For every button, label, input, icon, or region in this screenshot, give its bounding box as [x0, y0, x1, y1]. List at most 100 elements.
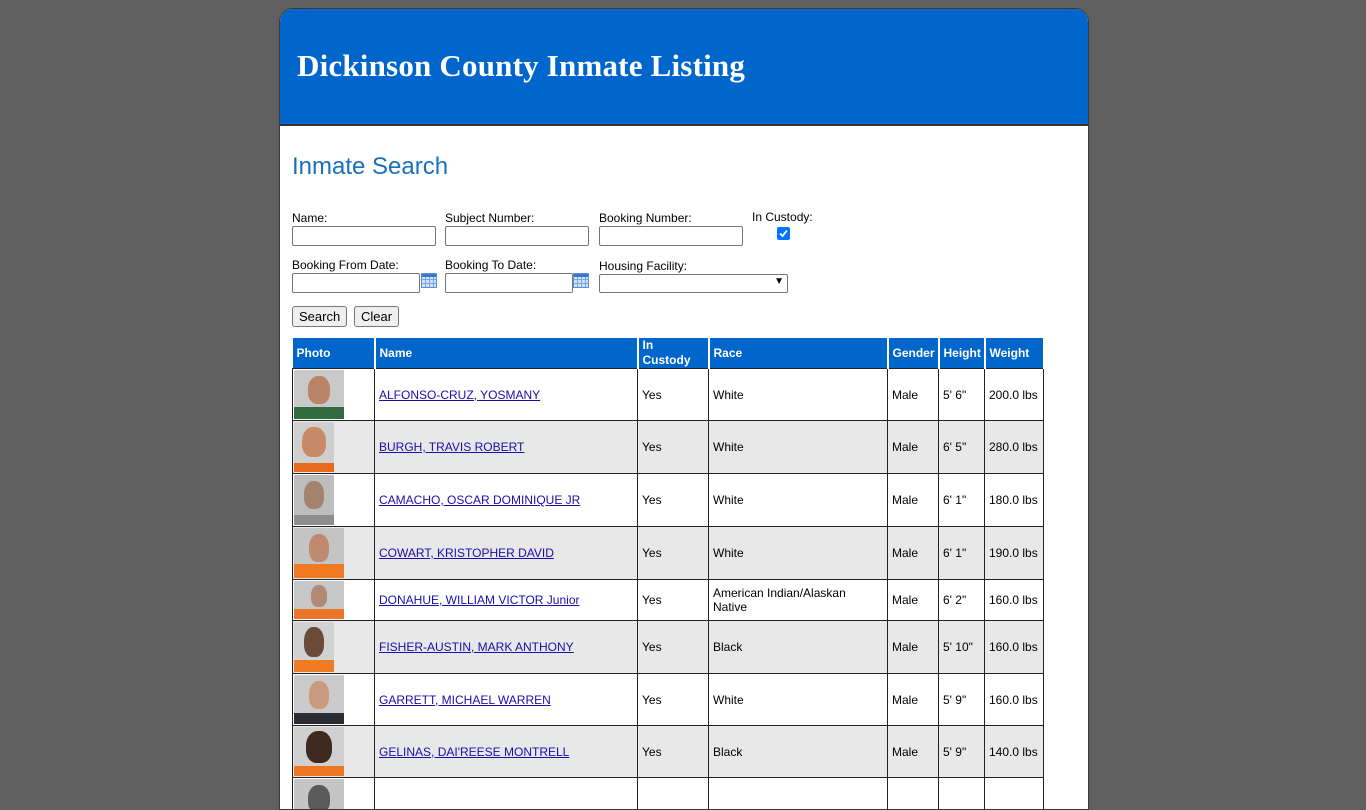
height-cell: 6' 5" [939, 421, 985, 474]
inmate-photo[interactable] [294, 370, 344, 419]
inmate-name-link[interactable]: CAMACHO, OSCAR DOMINIQUE JR [379, 493, 580, 507]
column-header-weight: Weight [985, 338, 1044, 369]
subject-number-label: Subject Number: [445, 211, 534, 225]
inmate-name-link[interactable]: FISHER-AUSTIN, MARK ANTHONY [379, 640, 574, 654]
in-custody-label: In Custody: [752, 210, 813, 224]
photo-cell [293, 674, 375, 726]
weight-cell: 160.0 lbs [985, 621, 1044, 674]
inmate-name-link[interactable]: BURGH, TRAVIS ROBERT [379, 440, 524, 454]
table-row: GELINAS, DAI'REESE MONTRELL Yes Black Ma… [293, 726, 1044, 778]
checkmark-icon [778, 228, 789, 239]
column-header-photo: Photo [293, 338, 375, 369]
column-header-race: Race [709, 338, 888, 369]
calendar-icon[interactable] [421, 273, 437, 288]
inmate-photo[interactable] [294, 422, 334, 472]
race-cell: White [709, 674, 888, 726]
inmate-name-link[interactable]: GELINAS, DAI'REESE MONTRELL [379, 745, 569, 759]
booking-number-input[interactable] [599, 226, 743, 246]
booking-from-date-input[interactable] [292, 273, 420, 293]
height-cell [939, 778, 985, 810]
inmate-photo[interactable] [294, 779, 344, 810]
gender-cell: Male [888, 474, 939, 527]
height-cell: 6' 1" [939, 474, 985, 527]
column-header-height: Height [939, 338, 985, 369]
booking-from-date-label: Booking From Date: [292, 258, 399, 272]
column-header-name: Name [375, 338, 638, 369]
table-row: GARRETT, MICHAEL WARREN Yes White Male 5… [293, 674, 1044, 726]
inmate-photo[interactable] [294, 727, 344, 776]
table-row: ALFONSO-CRUZ, YOSMANY Yes White Male 5' … [293, 369, 1044, 421]
race-cell: American Indian/Alaskan Native [709, 580, 888, 621]
booking-to-date-input[interactable] [445, 273, 573, 293]
table-row: BURGH, TRAVIS ROBERT Yes White Male 6' 5… [293, 421, 1044, 474]
custody-cell: Yes [638, 674, 709, 726]
custody-cell: Yes [638, 369, 709, 421]
weight-cell [985, 778, 1044, 810]
housing-facility-select[interactable]: ▼ [599, 274, 788, 293]
photo-cell [293, 369, 375, 421]
gender-cell: Male [888, 421, 939, 474]
inmate-photo[interactable] [294, 475, 334, 525]
booking-to-date-label: Booking To Date: [445, 258, 536, 272]
chevron-down-icon: ▼ [774, 276, 784, 287]
inmate-photo[interactable] [294, 581, 344, 619]
column-header-gender: Gender [888, 338, 939, 369]
height-cell: 6' 1" [939, 527, 985, 580]
inmate-name-link[interactable]: COWART, KRISTOPHER DAVID [379, 546, 554, 560]
gender-cell: Male [888, 726, 939, 778]
inmate-photo[interactable] [294, 622, 334, 672]
race-cell: White [709, 369, 888, 421]
weight-cell: 280.0 lbs [985, 421, 1044, 474]
inmate-name-link[interactable]: GARRETT, MICHAEL WARREN [379, 693, 551, 707]
calendar-icon[interactable] [573, 273, 589, 288]
table-row: DONAHUE, WILLIAM VICTOR Junior Yes Ameri… [293, 580, 1044, 621]
gender-cell: Male [888, 527, 939, 580]
weight-cell: 180.0 lbs [985, 474, 1044, 527]
weight-cell: 140.0 lbs [985, 726, 1044, 778]
height-cell: 5' 6" [939, 369, 985, 421]
inmate-photo[interactable] [294, 675, 344, 724]
gender-cell: Male [888, 621, 939, 674]
table-row: FISHER-AUSTIN, MARK ANTHONY Yes Black Ma… [293, 621, 1044, 674]
table-row: CAMACHO, OSCAR DOMINIQUE JR Yes White Ma… [293, 474, 1044, 527]
inmate-results-table: Photo Name In Custody Race Gender Height… [292, 338, 1045, 810]
booking-number-label: Booking Number: [599, 211, 692, 225]
photo-cell [293, 474, 375, 527]
header-banner: Dickinson County Inmate Listing [280, 9, 1088, 126]
table-header-row: Photo Name In Custody Race Gender Height… [293, 338, 1044, 369]
inmate-name-link[interactable]: ALFONSO-CRUZ, YOSMANY [379, 388, 540, 402]
search-button[interactable]: Search [292, 306, 347, 327]
weight-cell: 160.0 lbs [985, 580, 1044, 621]
custody-cell: Yes [638, 421, 709, 474]
subject-number-input[interactable] [445, 226, 589, 246]
housing-facility-label: Housing Facility: [599, 259, 687, 273]
gender-cell: Male [888, 369, 939, 421]
photo-cell [293, 726, 375, 778]
in-custody-checkbox[interactable] [777, 227, 790, 240]
site-title: Dickinson County Inmate Listing [297, 48, 745, 84]
race-cell [709, 778, 888, 810]
race-cell: White [709, 474, 888, 527]
inmate-name-link[interactable]: DONAHUE, WILLIAM VICTOR Junior [379, 593, 579, 607]
photo-cell [293, 421, 375, 474]
clear-button[interactable]: Clear [354, 306, 399, 327]
name-input[interactable] [292, 226, 436, 246]
custody-cell [638, 778, 709, 810]
custody-cell: Yes [638, 621, 709, 674]
weight-cell: 190.0 lbs [985, 527, 1044, 580]
race-cell: White [709, 421, 888, 474]
weight-cell: 160.0 lbs [985, 674, 1044, 726]
custody-cell: Yes [638, 726, 709, 778]
gender-cell: Male [888, 580, 939, 621]
race-cell: White [709, 527, 888, 580]
race-cell: Black [709, 621, 888, 674]
photo-cell [293, 527, 375, 580]
table-row [293, 778, 1044, 810]
custody-cell: Yes [638, 527, 709, 580]
table-row: COWART, KRISTOPHER DAVID Yes White Male … [293, 527, 1044, 580]
photo-cell [293, 621, 375, 674]
name-label: Name: [292, 211, 327, 225]
column-header-custody: In Custody [638, 338, 709, 369]
weight-cell: 200.0 lbs [985, 369, 1044, 421]
inmate-photo[interactable] [294, 528, 344, 578]
